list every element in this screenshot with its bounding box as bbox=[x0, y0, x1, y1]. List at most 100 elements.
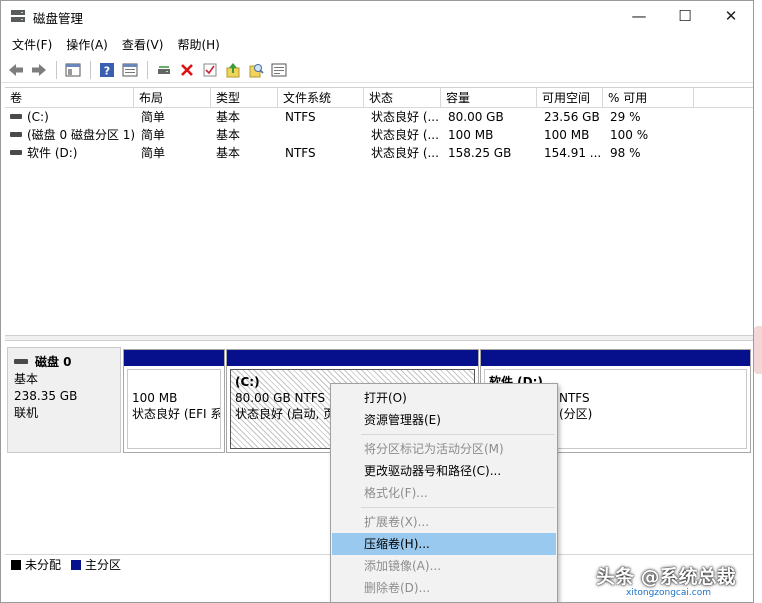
watermark-url: xitongzongcai.com bbox=[626, 588, 711, 598]
partition-bar bbox=[481, 350, 750, 366]
type-cell: 基本 bbox=[216, 110, 241, 124]
rescan-button[interactable] bbox=[268, 59, 290, 81]
disk-management-window: 磁盘管理 — ☐ ✕ 文件(F) 操作(A) 查看(V) 帮助(H) ? 卷 布… bbox=[0, 0, 754, 603]
forward-button[interactable] bbox=[28, 59, 50, 81]
column-header-capacity[interactable]: 容量 bbox=[441, 88, 537, 108]
column-header-layout[interactable]: 布局 bbox=[134, 88, 211, 108]
partition-title bbox=[132, 374, 220, 390]
connect-drive-icon bbox=[158, 65, 170, 74]
properties-icon bbox=[122, 63, 138, 76]
rescan-icon bbox=[271, 63, 287, 76]
filesystem-cell bbox=[280, 126, 364, 144]
column-header-filesystem[interactable]: 文件系统 bbox=[278, 88, 364, 108]
status-cell: 状态良好 (... bbox=[371, 146, 439, 160]
filesystem-cell: NTFS bbox=[285, 110, 316, 124]
minimize-icon: — bbox=[631, 7, 647, 25]
volume-list-header: 卷 布局 类型 文件系统 状态 容量 可用空间 % 可用 bbox=[5, 88, 753, 108]
percent-free-cell: 100 % bbox=[610, 128, 649, 142]
menu-help[interactable]: 帮助(H) bbox=[170, 33, 226, 55]
export-button[interactable] bbox=[222, 59, 244, 81]
table-row[interactable]: 软件 (D:) 简单 基本 NTFS 状态良好 (... 158.25 GB 1… bbox=[5, 144, 753, 162]
ctx-delete-volume[interactable]: 删除卷(D)... bbox=[331, 577, 557, 599]
layout-cell: 简单 bbox=[141, 146, 166, 160]
type-cell: 基本 bbox=[216, 128, 241, 142]
capacity-cell: 158.25 GB bbox=[448, 146, 512, 160]
disk-name: 磁盘 0 bbox=[35, 355, 72, 369]
ctx-add-mirror[interactable]: 添加镜像(A)... bbox=[331, 555, 557, 577]
toolbar-separator bbox=[147, 60, 148, 79]
drive-icon bbox=[10, 132, 22, 137]
connect-drive-button[interactable] bbox=[153, 59, 175, 81]
table-row[interactable]: (C:) 简单 基本 NTFS 状态良好 (... 80.00 GB 23.56… bbox=[5, 108, 753, 126]
menu-action[interactable]: 操作(A) bbox=[59, 33, 115, 55]
volume-cell: (磁盘 0 磁盘分区 1) bbox=[5, 126, 134, 144]
title-bar[interactable]: 磁盘管理 — ☐ ✕ bbox=[1, 1, 753, 31]
status-cell: 状态良好 (... bbox=[371, 128, 439, 142]
ctx-mark-active[interactable]: 将分区标记为活动分区(M) bbox=[331, 438, 557, 460]
percent-free-cell: 98 % bbox=[610, 146, 641, 160]
column-header-free-space[interactable]: 可用空间 bbox=[537, 88, 603, 108]
menu-separator bbox=[361, 434, 555, 435]
layout-cell: 简单 bbox=[141, 128, 166, 142]
delete-button[interactable] bbox=[176, 59, 198, 81]
ctx-open[interactable]: 打开(O) bbox=[331, 387, 557, 409]
forward-icon bbox=[32, 63, 46, 76]
watermark: 头条 @系统总裁 xitongzongcai.com bbox=[596, 560, 760, 602]
minimize-button[interactable]: — bbox=[616, 1, 662, 31]
help-icon: ? bbox=[100, 62, 114, 77]
disk-header: 磁盘 0 bbox=[14, 354, 120, 371]
column-header-status[interactable]: 状态 bbox=[364, 88, 441, 108]
menu-separator bbox=[361, 507, 555, 508]
watermark-text: 头条 @系统总裁 bbox=[596, 566, 736, 588]
console-tree-button[interactable] bbox=[62, 59, 84, 81]
column-header-volume[interactable]: 卷 bbox=[5, 88, 134, 108]
console-tree-icon bbox=[65, 63, 81, 76]
ctx-format[interactable]: 格式化(F)... bbox=[331, 482, 557, 504]
toolbar-separator bbox=[56, 60, 57, 79]
menu-view[interactable]: 查看(V) bbox=[115, 33, 171, 55]
ctx-shrink-volume[interactable]: 压缩卷(H)... bbox=[332, 533, 556, 555]
close-button[interactable]: ✕ bbox=[708, 1, 753, 31]
check-icon bbox=[203, 63, 217, 76]
maximize-icon: ☐ bbox=[678, 7, 692, 25]
disk-icon bbox=[14, 359, 28, 364]
free-space-cell: 154.91 ... bbox=[544, 146, 602, 160]
menu-bar: 文件(F) 操作(A) 查看(V) 帮助(H) bbox=[1, 33, 753, 55]
filesystem-cell: NTFS bbox=[285, 146, 316, 160]
disk-size: 238.35 GB bbox=[14, 389, 78, 403]
help-button[interactable]: ? bbox=[96, 59, 118, 81]
ctx-change-drive-letter[interactable]: 更改驱动器号和路径(C)... bbox=[331, 460, 557, 482]
background-accent bbox=[754, 326, 762, 374]
partition-bar bbox=[124, 350, 224, 366]
window-title: 磁盘管理 bbox=[33, 11, 84, 26]
disk-0-info[interactable]: 磁盘 0 基本 238.35 GB 联机 bbox=[7, 347, 121, 453]
free-space-cell: 23.56 GB bbox=[544, 110, 600, 124]
context-menu: 打开(O) 资源管理器(E) 将分区标记为活动分区(M) 更改驱动器号和路径(C… bbox=[330, 383, 558, 602]
volume-list: 卷 布局 类型 文件系统 状态 容量 可用空间 % 可用 (C:) 简单 基本 … bbox=[5, 87, 753, 335]
column-header-percent-free[interactable]: % 可用 bbox=[603, 88, 694, 108]
maximize-button[interactable]: ☐ bbox=[662, 1, 708, 31]
properties-button[interactable] bbox=[119, 59, 141, 81]
svg-text:?: ? bbox=[104, 64, 110, 77]
delete-icon bbox=[181, 63, 193, 76]
column-header-type[interactable]: 类型 bbox=[211, 88, 278, 108]
back-button[interactable] bbox=[5, 59, 27, 81]
background-strip bbox=[754, 0, 762, 603]
partition-efi[interactable]: 100 MB 状态良好 (EFI 系 bbox=[123, 349, 225, 453]
partition-size: 100 MB bbox=[132, 391, 178, 405]
ctx-extend-volume[interactable]: 扩展卷(X)... bbox=[331, 511, 557, 533]
search-button[interactable] bbox=[245, 59, 267, 81]
layout-cell: 简单 bbox=[141, 110, 166, 124]
disk-management-icon bbox=[11, 10, 25, 22]
table-row[interactable]: (磁盘 0 磁盘分区 1) 简单 基本 状态良好 (... 100 MB 100… bbox=[5, 126, 753, 144]
menu-file[interactable]: 文件(F) bbox=[5, 33, 59, 55]
capacity-cell: 80.00 GB bbox=[448, 110, 504, 124]
partition-body: 100 MB 状态良好 (EFI 系 bbox=[127, 369, 221, 449]
check-button[interactable] bbox=[199, 59, 221, 81]
back-icon bbox=[9, 63, 23, 76]
ctx-explorer[interactable]: 资源管理器(E) bbox=[331, 409, 557, 431]
volume-cell: (C:) bbox=[5, 108, 134, 126]
partition-bar bbox=[227, 350, 478, 366]
legend-swatch-unallocated bbox=[11, 559, 21, 570]
toolbar-separator bbox=[90, 60, 91, 79]
